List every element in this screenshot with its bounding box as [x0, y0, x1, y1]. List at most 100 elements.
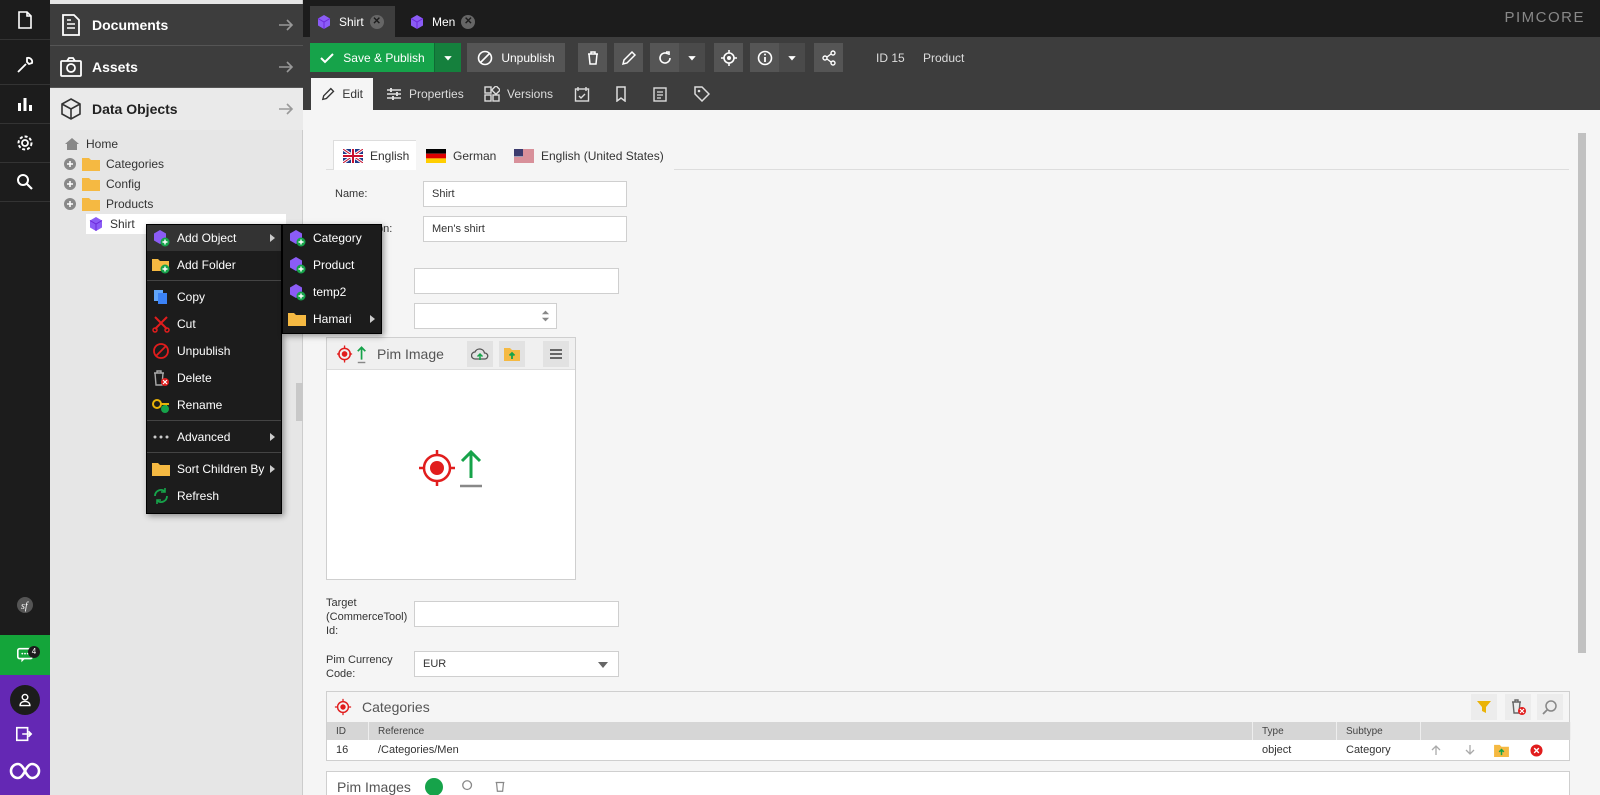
clear-relations-button[interactable]	[1505, 694, 1531, 720]
spinner-arrows-icon[interactable]	[541, 308, 550, 324]
submenu-item-temp2[interactable]: temp2	[283, 279, 381, 305]
tab-language-english[interactable]: English	[333, 140, 420, 170]
tab-properties[interactable]: Properties	[376, 78, 474, 110]
reload-options-dropdown[interactable]	[679, 43, 705, 72]
move-down-icon[interactable]	[1464, 740, 1476, 760]
unpublish-button[interactable]: Unpublish	[467, 43, 565, 72]
arrow-right-icon[interactable]	[277, 16, 295, 34]
tab-scheduler[interactable]	[566, 78, 598, 110]
image-dropzone[interactable]	[419, 448, 487, 488]
settings-gear-icon[interactable]	[0, 123, 50, 163]
user-avatar-icon[interactable]	[10, 685, 40, 715]
tools-wrench-icon[interactable]	[0, 45, 50, 85]
info-options-dropdown[interactable]	[779, 43, 805, 72]
upload-image-button[interactable]	[467, 341, 493, 367]
share-button[interactable]	[814, 43, 843, 72]
pim-images-title: Pim Images	[337, 779, 411, 795]
notifications-button[interactable]: 4	[0, 635, 50, 675]
submenu-item-category[interactable]: Category	[283, 225, 381, 251]
menu-item-add-folder[interactable]: Add Folder	[147, 252, 281, 278]
submenu-item-hamari[interactable]: Hamari	[283, 306, 381, 332]
rename-button[interactable]	[614, 43, 643, 72]
submenu-item-product[interactable]: Product	[283, 252, 381, 278]
text-input[interactable]	[414, 268, 619, 294]
column-header-reference[interactable]: Reference	[369, 722, 1253, 740]
close-tab-icon[interactable]: ✕	[369, 14, 384, 29]
menu-item-label: Rename	[177, 398, 223, 412]
info-button[interactable]	[750, 43, 779, 72]
documents-section-header[interactable]: Documents	[50, 4, 303, 46]
locate-in-tree-button[interactable]	[714, 43, 743, 72]
remove-relation-icon[interactable]	[1530, 740, 1543, 760]
open-folder-icon[interactable]	[1494, 740, 1509, 760]
filter-button[interactable]	[1471, 694, 1497, 720]
close-tab-icon[interactable]: ✕	[461, 14, 476, 29]
menu-item-sort-children[interactable]: Sort Children By	[147, 456, 281, 482]
currency-code-select[interactable]: EUR	[414, 651, 619, 677]
object-cube-icon	[89, 217, 103, 231]
scrollbar[interactable]	[1577, 123, 1587, 795]
search-icon[interactable]	[461, 779, 475, 793]
calendar-check-icon	[574, 87, 590, 102]
chevron-down-icon[interactable]	[598, 662, 608, 668]
symfony-icon[interactable]: sf	[0, 585, 50, 625]
tree-node-config[interactable]: Config	[64, 174, 141, 194]
name-input[interactable]: Shirt	[423, 181, 627, 207]
tab-language-english-us[interactable]: English (United States)	[504, 140, 674, 170]
expand-plus-icon[interactable]	[64, 178, 76, 190]
reload-button[interactable]	[650, 43, 679, 72]
tab-notes[interactable]	[644, 78, 676, 110]
menu-item-cut[interactable]: Cut	[147, 311, 281, 337]
refresh-icon	[154, 488, 168, 504]
logout-icon[interactable]	[15, 725, 35, 745]
save-publish-button[interactable]: Save & Publish	[310, 43, 434, 72]
column-header-subtype[interactable]: Subtype	[1337, 722, 1421, 740]
arrow-right-icon[interactable]	[277, 100, 295, 118]
tree-node-home[interactable]: Home	[64, 134, 118, 154]
row-reference-cell[interactable]: /Categories/Men	[378, 740, 459, 760]
menu-item-add-object[interactable]: Add Object	[147, 225, 281, 251]
reports-chart-icon[interactable]	[0, 84, 50, 124]
description-input[interactable]: Men's shirt	[423, 216, 627, 242]
expand-plus-icon[interactable]	[64, 198, 76, 210]
tab-bookmark[interactable]	[605, 78, 637, 110]
menu-item-refresh[interactable]: Refresh	[147, 483, 281, 509]
add-image-icon[interactable]	[425, 778, 443, 795]
tab-men[interactable]: Men ✕	[403, 6, 485, 37]
arrow-right-icon[interactable]	[277, 58, 295, 76]
menu-item-unpublish[interactable]: Unpublish	[147, 338, 281, 364]
search-asset-button[interactable]	[499, 341, 525, 367]
add-object-icon	[290, 230, 306, 247]
tab-shirt[interactable]: Shirt ✕	[310, 6, 395, 37]
scrollbar-thumb[interactable]	[1578, 133, 1586, 653]
save-options-dropdown[interactable]	[434, 43, 461, 72]
data-objects-section-title: Data Objects	[92, 101, 178, 117]
menu-item-rename[interactable]: Rename	[147, 392, 281, 418]
column-header-id[interactable]: ID	[327, 722, 369, 740]
submenu-arrow-icon	[270, 465, 275, 473]
number-input[interactable]	[414, 303, 557, 329]
data-objects-section-header[interactable]: Data Objects	[50, 88, 303, 130]
trash-icon[interactable]	[493, 779, 507, 793]
expand-plus-icon[interactable]	[64, 158, 76, 170]
documents-nav-icon[interactable]	[0, 0, 50, 40]
tree-node-categories[interactable]: Categories	[64, 154, 164, 174]
panel-collapse-handle[interactable]	[296, 383, 303, 421]
image-menu-button[interactable]	[543, 341, 569, 367]
target-commercetool-input[interactable]	[414, 601, 619, 627]
tab-tags[interactable]	[686, 78, 718, 110]
tree-node-products[interactable]: Products	[64, 194, 153, 214]
tab-language-german[interactable]: German	[416, 140, 507, 170]
tab-versions[interactable]: Versions	[474, 78, 563, 110]
delete-button[interactable]	[578, 43, 607, 72]
tab-edit[interactable]: Edit	[311, 78, 373, 110]
search-icon[interactable]	[0, 162, 50, 202]
document-icon	[62, 13, 80, 36]
menu-item-copy[interactable]: Copy	[147, 284, 281, 310]
assets-section-header[interactable]: Assets	[50, 46, 303, 88]
search-relation-button[interactable]	[1537, 694, 1563, 720]
column-header-type[interactable]: Type	[1253, 722, 1337, 740]
menu-item-advanced[interactable]: Advanced	[147, 424, 281, 450]
menu-item-delete[interactable]: Delete	[147, 365, 281, 391]
move-up-icon[interactable]	[1430, 740, 1442, 760]
